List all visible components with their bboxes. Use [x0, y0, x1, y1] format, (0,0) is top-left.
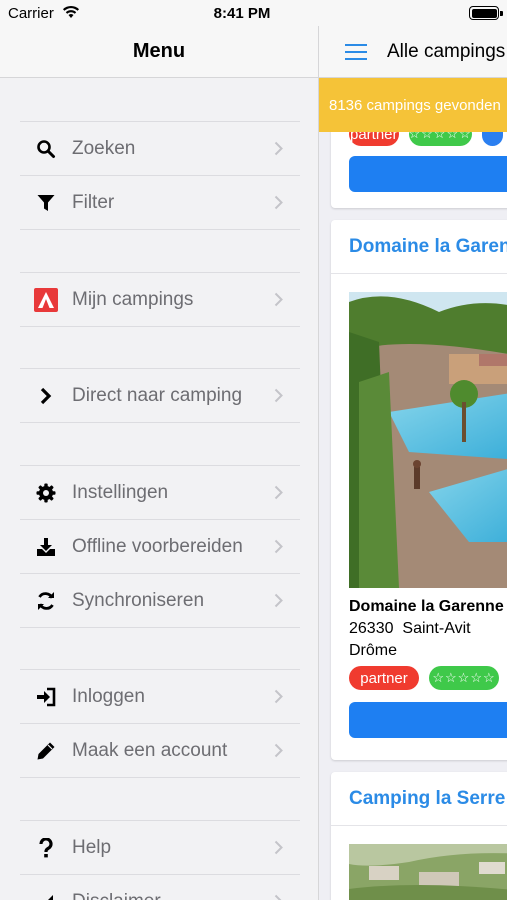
chevron-right-icon	[274, 176, 300, 230]
results-count-banner: 8136 campings gevonden	[319, 78, 507, 132]
pencil-icon	[20, 724, 72, 778]
menu-item-label: Mijn campings	[72, 288, 194, 310]
question-icon	[20, 821, 72, 875]
status-bar: Carrier 8:41 PM	[0, 0, 507, 26]
menu-group-account: Inloggen Maak een account	[20, 669, 300, 778]
menu-item-label: Instellingen	[72, 481, 169, 503]
menu-item-direct-naar-camping[interactable]: Direct naar camping	[20, 369, 300, 423]
side-menu: Menu Zoeken Filter Mijn campings Direct …	[0, 26, 319, 900]
menu-group-help: Help Disclaimer	[20, 820, 300, 900]
chevron-right-icon	[274, 369, 300, 423]
menu-group-campings: Mijn campings	[20, 272, 300, 327]
chevron-right-icon	[274, 273, 300, 327]
menu-item-label: Maak een account	[72, 739, 228, 761]
nav-title: Alle campings	[387, 41, 506, 62]
menu-item-zoeken[interactable]: Zoeken	[20, 122, 300, 176]
menu-title: Menu	[132, 40, 186, 62]
menu-item-inloggen[interactable]: Inloggen	[20, 670, 300, 724]
camping-title[interactable]: Camping la Serre	[331, 772, 507, 826]
menu-item-label: Zoeken	[72, 137, 136, 159]
menu-item-label: Inloggen	[72, 685, 145, 707]
menu-item-offline-voorbereiden[interactable]: Offline voorbereiden	[20, 520, 300, 574]
menu-group-search: Zoeken Filter	[20, 121, 300, 230]
chevron-right-icon	[274, 670, 300, 724]
download-icon	[20, 520, 72, 574]
chevron-right-icon	[274, 821, 300, 875]
sync-icon	[20, 574, 72, 628]
chevron-right-icon	[20, 369, 72, 423]
menu-item-maak-een-account[interactable]: Maak een account	[20, 724, 300, 778]
search-icon	[20, 122, 72, 176]
clock: 8:41 PM	[213, 5, 271, 22]
camping-city: Saint-Avit	[402, 620, 471, 637]
camping-action-button[interactable]	[349, 702, 507, 738]
menu-item-filter[interactable]: Filter	[20, 176, 300, 230]
chevron-right-icon	[274, 466, 300, 520]
camping-address: 26330 Saint-Avit	[331, 620, 507, 638]
camping-name: Domaine la Garenne	[349, 598, 504, 615]
results-count-text: 8136 campings gevonden	[329, 96, 501, 114]
battery-icon	[469, 6, 503, 20]
camping-title[interactable]: Domaine la Garenne	[331, 220, 507, 274]
camping-postal: 26330	[349, 620, 394, 637]
menu-header: Menu	[0, 26, 318, 78]
menu-item-label: Help	[72, 836, 112, 858]
partner-badge: partner	[349, 666, 419, 690]
filter-icon	[20, 176, 72, 230]
menu-item-label: Offline voorbereiden	[72, 535, 243, 557]
camping-photo[interactable]	[349, 292, 507, 588]
menu-item-label: Disclaimer	[72, 891, 274, 900]
menu-item-label: Direct naar camping	[72, 384, 243, 406]
campings-list-panel: Alle campings 8136 campings gevonden par…	[319, 26, 507, 900]
camping-card[interactable]: Domaine la Garenne	[331, 220, 507, 760]
camping-photo[interactable]	[349, 844, 507, 900]
login-icon	[20, 670, 72, 724]
camping-card[interactable]: Camping la Serre	[331, 772, 507, 900]
gear-icon	[20, 466, 72, 520]
menu-item-label: Synchroniseren	[72, 589, 205, 611]
camping-action-button[interactable]	[349, 156, 507, 192]
chevron-right-icon	[274, 724, 300, 778]
badge-row: partner ☆☆☆☆☆	[331, 666, 507, 690]
tent-icon	[20, 273, 72, 327]
chevron-right-icon	[274, 122, 300, 176]
hamburger-menu-icon[interactable]	[345, 44, 367, 60]
menu-item-label: Filter	[72, 191, 115, 213]
menu-item-mijn-campings[interactable]: Mijn campings	[20, 273, 300, 327]
menu-group-direct: Direct naar camping	[20, 368, 300, 423]
chevron-right-icon	[274, 875, 300, 900]
chevron-right-icon	[274, 520, 300, 574]
menu-item-help[interactable]: Help	[20, 821, 300, 875]
menu-item-synchroniseren[interactable]: Synchroniseren	[20, 574, 300, 628]
stars-badge: ☆☆☆☆☆	[429, 666, 499, 690]
menu-item-instellingen[interactable]: Instellingen	[20, 466, 300, 520]
menu-item-disclaimer[interactable]: Disclaimer	[20, 875, 300, 900]
camping-region: Drôme	[349, 642, 398, 659]
menu-group-settings: Instellingen Offline voorbereiden Synchr…	[20, 465, 300, 628]
nav-bar: Alle campings	[319, 26, 507, 78]
disclaimer-icon	[20, 875, 72, 900]
chevron-right-icon	[274, 574, 300, 628]
